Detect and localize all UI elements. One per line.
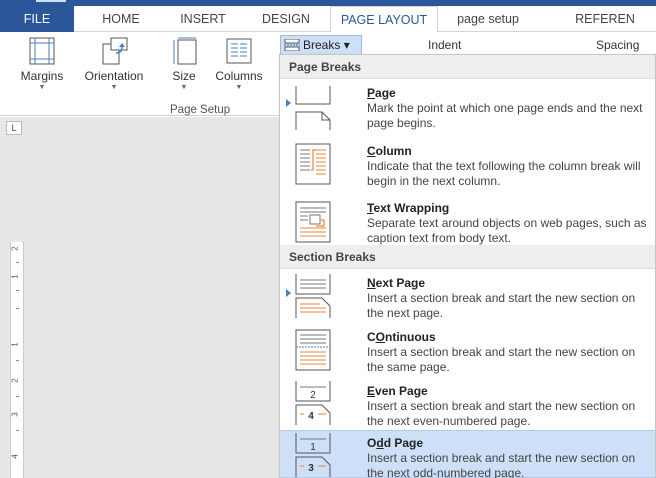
menu-item-title: Text Wrapping (367, 201, 450, 215)
column-break-icon (295, 143, 331, 185)
menu-item-description: Mark the point at which one page ends an… (367, 101, 643, 130)
tab-selector[interactable]: L (6, 121, 22, 135)
breaks-icon (284, 39, 300, 51)
tab-design[interactable]: DESIGN (250, 6, 322, 32)
menu-item-description: Insert a section break and start the new… (367, 345, 636, 374)
menu-item-next-page[interactable]: Next Page Insert a section break and sta… (280, 270, 655, 324)
page-breaks-header: Page Breaks (280, 55, 655, 79)
vertical-ruler[interactable]: 2 1 1 2 3 4 (10, 242, 24, 478)
chevron-down-icon: ▼ (38, 84, 46, 91)
orientation-icon (102, 37, 128, 65)
section-breaks-header: Section Breaks (280, 245, 655, 269)
menu-item-column[interactable]: Column Indicate that the text following … (280, 138, 655, 196)
menu-item-description: Indicate that the text following the col… (367, 159, 641, 188)
menu-item-title: Even Page (367, 384, 428, 398)
breaks-dropdown-arrow: ▾ (343, 38, 350, 52)
pointer-icon (286, 99, 291, 107)
menu-item-even-page[interactable]: 2 4 Even Page Insert a section break and… (280, 378, 655, 430)
chevron-down-icon: ▼ (235, 84, 243, 91)
svg-text:4: 4 (308, 411, 314, 422)
columns-button[interactable]: Columns ▼ (210, 34, 268, 104)
menu-item-description: Insert a section break and start the new… (367, 451, 636, 478)
tab-page-setup[interactable]: page setup (448, 6, 528, 32)
page-setup-group-label: Page Setup (170, 104, 231, 116)
text-wrapping-icon (295, 201, 331, 243)
svg-text:1: 1 (310, 442, 316, 453)
ruler-number: 2 (10, 378, 20, 383)
tab-references[interactable]: REFEREN (560, 6, 650, 32)
ruler-number: 1 (10, 274, 20, 279)
menu-item-title: COntinuous (367, 330, 436, 344)
breaks-button[interactable]: Breaks ▾ (280, 35, 362, 55)
spacing-label: Spacing (596, 38, 640, 52)
chevron-down-icon: ▼ (180, 84, 188, 91)
qat-icons (36, 0, 66, 5)
menu-item-title: Page (367, 86, 396, 100)
menu-item-odd-page[interactable]: 1 3 Odd Page Insert a section break and … (280, 430, 655, 478)
svg-text:2: 2 (310, 390, 316, 401)
continuous-icon (295, 329, 331, 371)
orientation-button[interactable]: Orientation ▼ (74, 34, 154, 104)
page-break-icon (295, 86, 331, 130)
menu-item-description: Insert a section break and start the new… (367, 399, 636, 428)
chevron-down-icon: ▼ (110, 84, 118, 91)
size-button[interactable]: Size ▼ (162, 34, 206, 104)
ruler-number: 2 (10, 246, 20, 251)
columns-label: Columns (215, 69, 263, 83)
columns-icon (226, 38, 252, 64)
menu-item-continuous[interactable]: COntinuous Insert a section break and st… (280, 324, 655, 378)
orientation-label: Orientation (84, 69, 144, 83)
ruler-number: 4 (10, 454, 20, 459)
menu-item-description: Insert a section break and start the new… (367, 291, 636, 320)
tab-page-layout[interactable]: PAGE LAYOUT (330, 6, 438, 33)
margins-icon (29, 37, 55, 65)
tab-file[interactable]: FILE (0, 6, 74, 32)
menu-item-page[interactable]: Page Mark the point at which one page en… (280, 80, 655, 138)
menu-item-title: Column (367, 144, 412, 158)
indent-label: Indent (428, 38, 462, 52)
menu-item-description: Separate text around objects on web page… (367, 216, 647, 245)
even-page-icon: 2 4 (295, 381, 331, 425)
margins-button[interactable]: Margins ▼ (14, 34, 70, 104)
margins-label: Margins (20, 69, 64, 83)
menu-item-title: Next Page (367, 276, 426, 290)
size-label: Size (172, 69, 196, 83)
breaks-menu: Page Breaks Page Mark the point at which… (279, 54, 656, 478)
odd-page-icon: 1 3 (295, 433, 331, 477)
tab-home[interactable]: HOME (88, 6, 154, 32)
size-icon (173, 37, 197, 65)
tab-insert[interactable]: INSERT (167, 6, 239, 32)
breaks-label: Breaks (303, 38, 341, 52)
pointer-icon (286, 289, 291, 297)
ruler-number: 1 (10, 342, 20, 347)
ruler-number: 3 (10, 412, 20, 417)
ribbon-tabs: FILE HOME INSERT DESIGN PAGE LAYOUT page… (0, 6, 656, 33)
menu-item-text-wrapping[interactable]: Text Wrapping Separate text around objec… (280, 196, 655, 252)
svg-text:3: 3 (308, 463, 314, 474)
menu-item-title: Odd Page (367, 436, 424, 450)
next-page-icon (295, 274, 331, 318)
